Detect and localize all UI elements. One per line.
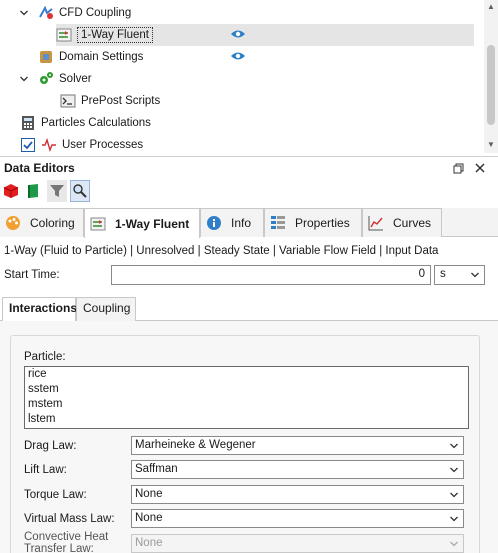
select-value: None [135, 512, 163, 524]
checkbox-checked-icon[interactable] [20, 137, 36, 153]
drag-law-label: Drag Law: [24, 440, 77, 452]
unit-value: s [440, 268, 446, 280]
tab-properties[interactable]: Properties [264, 208, 362, 237]
scroll-up-icon[interactable]: ▲ [486, 2, 496, 11]
tab-label: Info [231, 216, 252, 230]
drag-law-select[interactable]: Marheineke & Wegener [131, 436, 464, 455]
tab-coloring[interactable]: Coloring [0, 208, 84, 237]
info-icon [205, 214, 223, 232]
data-editors-header: Data Editors [0, 156, 498, 178]
chevron-down-icon[interactable] [18, 73, 30, 85]
green-book-icon[interactable] [24, 180, 44, 202]
chevron-down-icon [450, 541, 458, 547]
tab-label: Curves [393, 216, 432, 230]
chevron-down-icon [471, 272, 479, 278]
virtual-mass-law-select[interactable]: None [131, 509, 464, 528]
chevron-down-icon[interactable] [18, 7, 30, 19]
tree-item-prepost-scripts[interactable]: PrePost Scripts [60, 90, 160, 112]
tree-item-particles-calculations[interactable]: Particles Calculations [20, 112, 151, 134]
select-value: Marheineke & Wegener [135, 439, 256, 451]
particle-list[interactable]: rice sstem mstem lstem [24, 366, 469, 429]
red-cube-icon[interactable] [1, 180, 21, 202]
terminal-icon [60, 93, 76, 109]
close-icon[interactable] [472, 160, 488, 176]
tab-curves[interactable]: Curves [362, 208, 442, 237]
tree-item-label: Solver [59, 73, 92, 85]
coupling-summary: 1-Way (Fluid to Particle) | Unresolved |… [4, 245, 439, 257]
tab-label: Properties [295, 216, 350, 230]
tab-info[interactable]: Info [200, 208, 264, 237]
cfd-coupling-icon [38, 5, 54, 21]
tree-scrollbar[interactable]: ▲ ▼ [484, 0, 498, 153]
visibility-eye-icon[interactable] [230, 29, 246, 39]
tree-item-label: PrePost Scripts [81, 95, 161, 107]
tab-label: 1-Way Fluent [115, 216, 190, 231]
tab-coupling[interactable]: Coupling [76, 297, 136, 321]
tab-interactions[interactable]: Interactions [2, 297, 77, 322]
properties-grid-icon [269, 214, 287, 232]
torque-law-select[interactable]: None [131, 485, 464, 504]
torque-law-label: Torque Law: [24, 489, 87, 501]
chevron-down-icon [450, 492, 458, 498]
tree-item-label: User Processes [62, 139, 144, 151]
select-value: None [135, 537, 163, 549]
tree-item-cfd-coupling[interactable]: CFD Coupling [18, 2, 131, 24]
tab-label: Coloring [30, 216, 75, 230]
start-time-unit-select[interactable]: s [434, 265, 485, 285]
tree-item-label: Domain Settings [59, 51, 144, 63]
scroll-down-icon[interactable]: ▼ [486, 140, 496, 149]
virtual-mass-law-label: Virtual Mass Law: [24, 513, 115, 525]
pulse-icon [41, 137, 57, 153]
tree-item-user-processes[interactable]: User Processes [20, 134, 143, 153]
line-chart-icon [367, 214, 385, 232]
list-item[interactable]: sstem [25, 382, 468, 397]
select-value: Saffman [135, 463, 178, 475]
start-time-label: Start Time: [4, 269, 60, 281]
list-item[interactable]: mstem [25, 397, 468, 412]
calculator-icon [20, 115, 36, 131]
tree-item-label: 1-Way Fluent [77, 27, 153, 43]
convective-heat-transfer-law-label: Convective Heat Transfer Law: [24, 531, 109, 553]
solver-gears-icon [38, 71, 54, 87]
select-value: None [135, 488, 163, 500]
sub-tabs: Interactions Coupling [0, 295, 498, 322]
visibility-eye-icon[interactable] [230, 51, 246, 61]
tree-item-1-way-fluent[interactable]: 1-Way Fluent [56, 24, 474, 46]
chevron-down-icon [450, 467, 458, 473]
fluent-coupling-icon [89, 215, 107, 233]
convective-heat-transfer-law-select[interactable]: None [131, 534, 464, 553]
lift-law-label: Lift Law: [24, 464, 67, 476]
list-item[interactable]: lstem [25, 412, 468, 427]
search-zoom-icon[interactable] [70, 180, 90, 202]
domain-settings-icon [38, 49, 54, 65]
tree-item-label: CFD Coupling [59, 7, 132, 19]
tab-1-way-fluent[interactable]: 1-Way Fluent [84, 208, 200, 238]
tree-item-domain-settings[interactable]: Domain Settings [38, 46, 143, 68]
chevron-down-icon [450, 443, 458, 449]
restore-window-icon[interactable] [450, 160, 466, 176]
tree-item-solver[interactable]: Solver [18, 68, 92, 90]
filter-icon[interactable] [47, 180, 67, 202]
editor-tabs: Coloring 1-Way Fluent Info Properties Cu… [0, 208, 498, 238]
scrollbar-thumb[interactable] [487, 45, 495, 125]
lift-law-select[interactable]: Saffman [131, 460, 464, 479]
panel-title: Data Editors [4, 160, 75, 175]
fluent-coupling-icon [56, 27, 72, 43]
tree-view[interactable]: CFD Coupling 1-Way Fluent Domain Setting… [0, 0, 498, 153]
editor-toolbar [0, 180, 90, 204]
tree-item-label: Particles Calculations [41, 117, 151, 129]
list-item[interactable]: rice [25, 367, 468, 382]
palette-icon [4, 214, 22, 232]
particle-label: Particle: [24, 351, 66, 363]
chevron-down-icon [450, 516, 458, 522]
start-time-input[interactable]: 0 [111, 265, 431, 285]
